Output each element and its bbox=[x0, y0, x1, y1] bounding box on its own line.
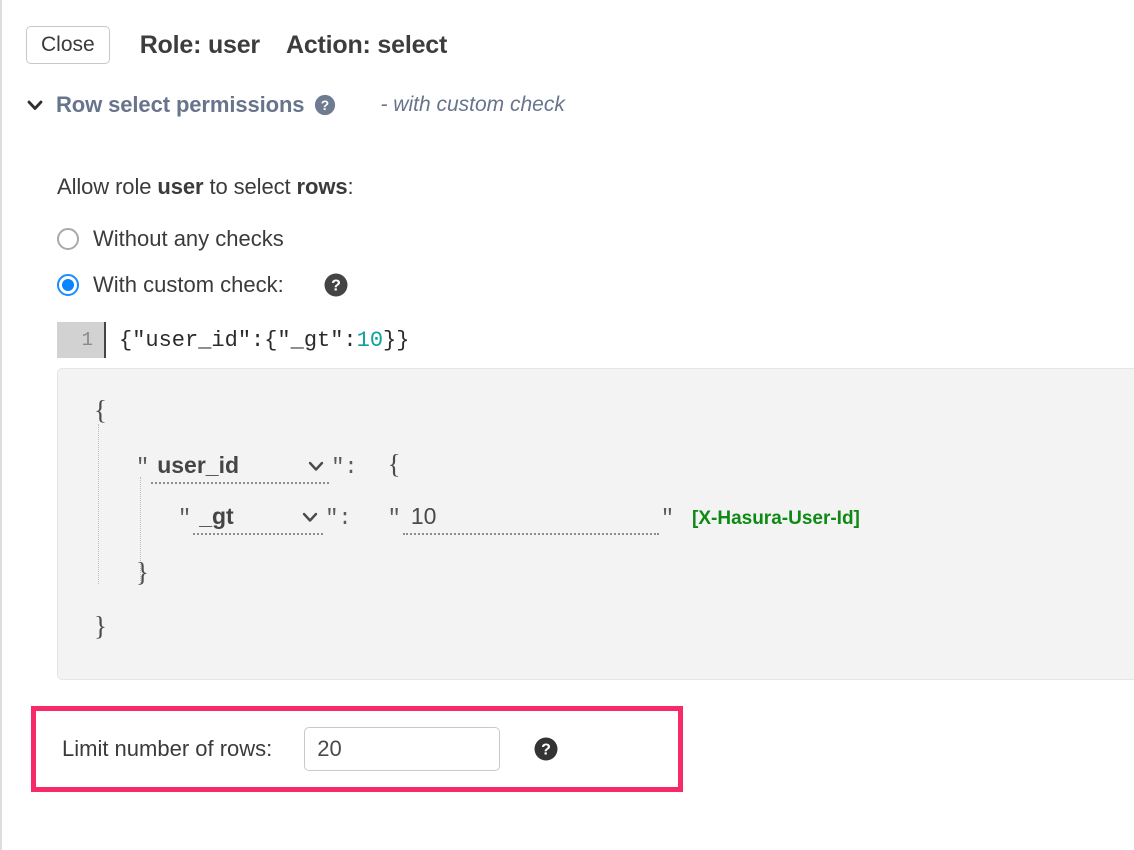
value-input[interactable]: 10 bbox=[402, 503, 659, 535]
builder-row-open-outer: { bbox=[58, 395, 1134, 449]
header-bar: Close Role: user Action: select bbox=[2, 0, 1134, 64]
radio-without-checks[interactable] bbox=[57, 228, 79, 250]
radio-with-custom-check-label: With custom check: bbox=[93, 272, 284, 297]
quote-open-operator: " bbox=[178, 506, 192, 531]
permissions-editor-page: Close Role: user Action: select Row selec… bbox=[0, 0, 1134, 850]
outer-close-brace: } bbox=[94, 611, 107, 641]
radio-option-with-custom-check[interactable]: With custom check: ? bbox=[57, 272, 1134, 298]
inner-open-brace: { bbox=[387, 449, 401, 479]
help-circle-icon-custom-check[interactable]: ? bbox=[324, 273, 348, 297]
operator-select-value: _gt bbox=[199, 503, 234, 529]
session-variable-hint: [X-Hasura-User-Id] bbox=[692, 508, 860, 529]
outer-open-brace: { bbox=[94, 395, 107, 425]
code-editor-line[interactable]: 1 {"user_id":{"_gt": 10}} bbox=[57, 322, 1134, 358]
line-number: 1 bbox=[57, 322, 104, 358]
colon-column: : bbox=[344, 455, 358, 480]
builder-row-close-outer: } bbox=[58, 611, 1134, 665]
radio-option-without-checks[interactable]: Without any checks bbox=[57, 226, 1134, 252]
limit-rows-highlight: Limit number of rows: ? bbox=[31, 706, 683, 792]
svg-text:?: ? bbox=[331, 278, 341, 295]
builder-row-close-inner: } bbox=[58, 557, 1134, 611]
allow-middle: to select bbox=[203, 174, 297, 199]
role-text: Role: user bbox=[139, 30, 260, 59]
code-prefix: {"user_id":{"_gt": bbox=[119, 327, 357, 353]
svg-text:?: ? bbox=[321, 98, 329, 113]
limit-rows-input[interactable] bbox=[304, 727, 501, 771]
builder-row-operator: " _gt " : " 10 " [X-Hasura-User-Id] bbox=[58, 503, 1134, 557]
json-query-builder: { " user_id " : { " _gt ": " 10 " [X-Ha… bbox=[57, 368, 1134, 680]
quote-close-value: " bbox=[660, 506, 675, 531]
quote-close-operator: " bbox=[325, 506, 339, 531]
column-select-value: user_id bbox=[157, 452, 240, 478]
close-button[interactable]: Close bbox=[26, 26, 110, 64]
allow-object: rows bbox=[296, 174, 348, 199]
colon-operator: : bbox=[338, 506, 352, 531]
chevron-down-icon-operator[interactable] bbox=[301, 503, 319, 530]
chevron-down-icon-column[interactable] bbox=[307, 452, 325, 479]
allow-role-sentence: Allow role user to select rows: bbox=[57, 174, 1134, 200]
radio-with-custom-check[interactable] bbox=[57, 274, 79, 296]
allow-role-name: user bbox=[157, 174, 204, 199]
allow-suffix: : bbox=[347, 174, 354, 199]
code-suffix: }} bbox=[383, 327, 410, 353]
code-number: 10 bbox=[356, 327, 384, 353]
radio-without-checks-label: Without any checks bbox=[93, 226, 284, 251]
chevron-down-icon[interactable] bbox=[24, 94, 46, 116]
allow-prefix: Allow role bbox=[57, 174, 158, 199]
section-title: Row select permissions bbox=[56, 92, 305, 117]
custom-check-code-editor[interactable]: 1 {"user_id":{"_gt": 10}} bbox=[57, 322, 1134, 358]
quote-open-column: " bbox=[136, 455, 150, 480]
operator-select[interactable]: _gt bbox=[193, 503, 324, 535]
section-subtitle: - with custom check bbox=[380, 93, 565, 116]
help-circle-icon-section[interactable]: ? bbox=[314, 94, 336, 116]
action-text: Action: select bbox=[285, 30, 448, 59]
column-select[interactable]: user_id bbox=[151, 452, 330, 484]
quote-close-column: " bbox=[331, 455, 345, 480]
permissions-body: Allow role user to select rows: Without … bbox=[2, 174, 1134, 792]
quote-open-value: " bbox=[387, 506, 401, 531]
code-editor-content[interactable]: {"user_id":{"_gt": 10}} bbox=[104, 322, 1134, 358]
page-title: Role: user Action: select bbox=[139, 30, 448, 60]
inner-close-brace: } bbox=[136, 557, 149, 587]
builder-row-column: " user_id " : { bbox=[58, 449, 1134, 503]
svg-text:?: ? bbox=[541, 742, 551, 759]
row-select-permissions-header[interactable]: Row select permissions ? - with custom c… bbox=[2, 64, 1134, 118]
help-circle-icon-limit[interactable]: ? bbox=[534, 737, 558, 761]
limit-rows-label: Limit number of rows: bbox=[62, 736, 273, 761]
